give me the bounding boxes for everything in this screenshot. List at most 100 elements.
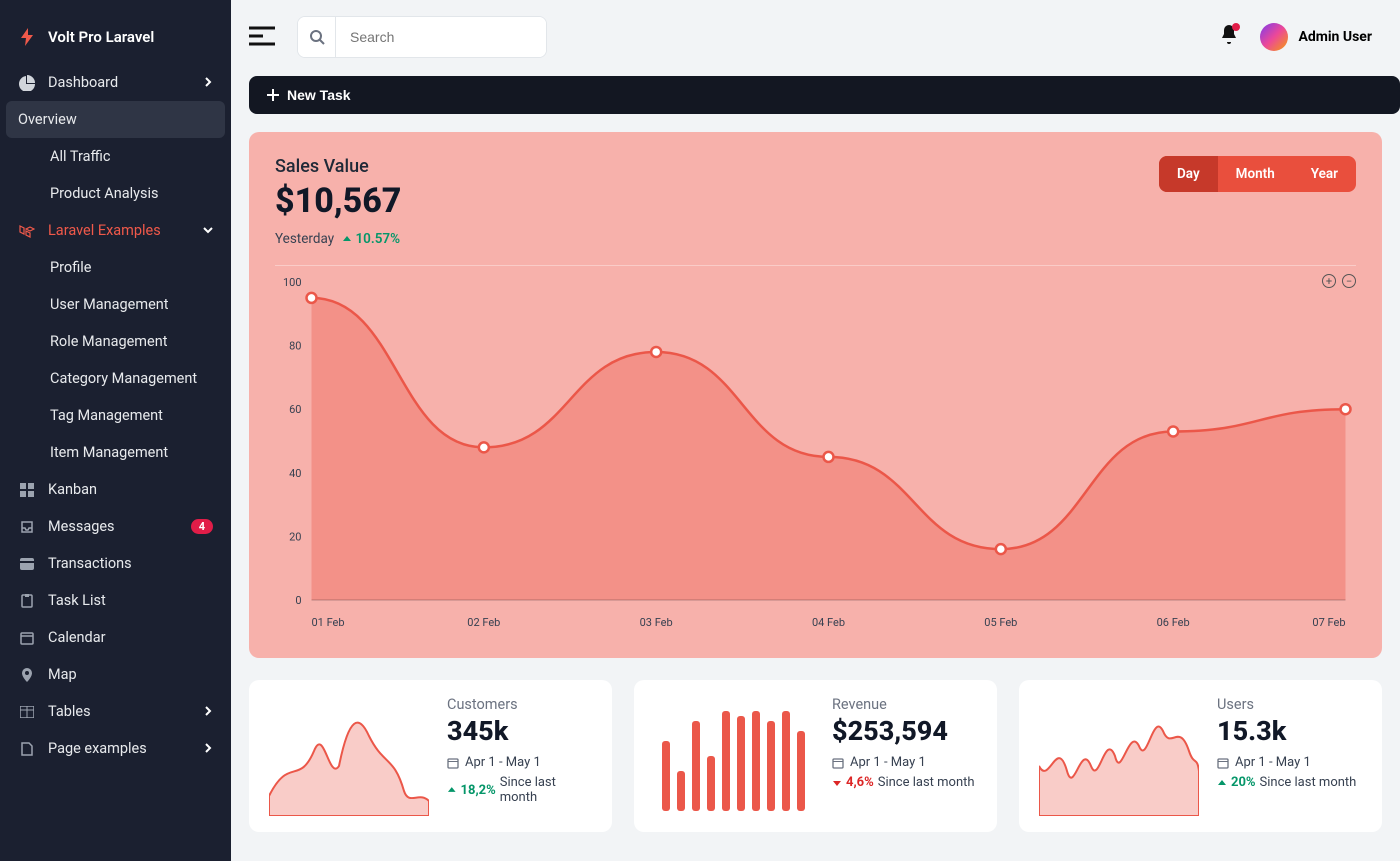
sales-delta: 10.57% xyxy=(342,231,400,247)
stats-row: Customers 345k Apr 1 - May 1 18,2% Since… xyxy=(249,680,1382,832)
x-tick-label: 07 Feb xyxy=(1312,616,1345,629)
period-month[interactable]: Month xyxy=(1218,156,1293,192)
sidebar-item-calendar[interactable]: Calendar xyxy=(0,619,231,656)
messages-badge: 4 xyxy=(191,519,213,534)
sidebar-item-category-management[interactable]: Category Management xyxy=(0,360,231,397)
sales-chart: + − 02040608010001 Feb02 Feb03 Feb04 Feb… xyxy=(275,265,1356,640)
stat-card-customers[interactable]: Customers 345k Apr 1 - May 1 18,2% Since… xyxy=(249,680,612,832)
sidebar-item-laravel-examples[interactable]: Laravel Examples xyxy=(0,212,231,249)
chart-point[interactable] xyxy=(1341,404,1351,414)
sidebar-item-label: Tables xyxy=(48,703,91,720)
chart-point[interactable] xyxy=(1168,426,1178,436)
sidebar-item-product-analysis[interactable]: Product Analysis xyxy=(0,175,231,212)
sidebar-item-label: Calendar xyxy=(48,629,106,646)
hamburger-icon xyxy=(249,26,275,46)
sidebar-item-all-traffic[interactable]: All Traffic xyxy=(0,138,231,175)
sidebar-item-label: Product Analysis xyxy=(50,185,159,202)
sidebar-item-tag-management[interactable]: Tag Management xyxy=(0,397,231,434)
sidebar-item-item-management[interactable]: Item Management xyxy=(0,434,231,471)
y-tick-label: 80 xyxy=(289,340,301,353)
table-icon xyxy=(18,706,36,718)
y-tick-label: 0 xyxy=(295,594,301,607)
laravel-icon xyxy=(18,223,36,239)
sidebar-item-label: Profile xyxy=(50,259,91,276)
topbar: Admin User xyxy=(231,0,1400,58)
chart-point[interactable] xyxy=(996,544,1006,554)
inbox-icon xyxy=(18,520,36,534)
sparkline xyxy=(269,696,429,816)
sidebar-item-user-management[interactable]: User Management xyxy=(0,286,231,323)
stat-range: Apr 1 - May 1 xyxy=(1217,755,1356,770)
sidebar-item-profile[interactable]: Profile xyxy=(0,249,231,286)
sidebar-item-role-management[interactable]: Role Management xyxy=(0,323,231,360)
sidebar-item-page-examples[interactable]: Page examples xyxy=(0,730,231,767)
x-tick-label: 01 Feb xyxy=(312,616,345,629)
stat-label: Customers xyxy=(447,696,592,713)
main: Admin User New Task Sales Value $10,567 … xyxy=(231,0,1400,861)
sidebar-toggle-button[interactable] xyxy=(249,26,279,48)
chevron-down-icon xyxy=(203,222,213,239)
chart-zoom-in-button[interactable]: + xyxy=(1322,274,1336,288)
y-tick-label: 20 xyxy=(289,530,301,543)
brand[interactable]: Volt Pro Laravel xyxy=(0,18,231,64)
sidebar-item-tables[interactable]: Tables xyxy=(0,693,231,730)
chart-point[interactable] xyxy=(824,452,834,462)
sidebar-item-dashboard[interactable]: Dashboard xyxy=(0,64,231,101)
sidebar-item-label: Role Management xyxy=(50,333,167,350)
credit-card-icon xyxy=(18,558,36,570)
stat-delta: 18,2% Since last month xyxy=(447,775,592,805)
stat-value: 15.3k xyxy=(1217,715,1356,747)
chart-zoom-out-button[interactable]: − xyxy=(1342,274,1356,288)
sidebar-item-label: All Traffic xyxy=(50,148,110,165)
stat-card-users[interactable]: Users 15.3k Apr 1 - May 1 20% Since last… xyxy=(1019,680,1382,832)
sidebar-item-label: Item Management xyxy=(50,444,168,461)
search-input[interactable] xyxy=(336,17,546,57)
user-menu[interactable]: Admin User xyxy=(1260,23,1372,51)
x-tick-label: 03 Feb xyxy=(640,616,673,629)
plus-icon xyxy=(267,89,279,101)
calendar-icon xyxy=(832,757,844,769)
x-tick-label: 05 Feb xyxy=(984,616,1017,629)
user-name: Admin User xyxy=(1298,29,1372,45)
search-box xyxy=(297,16,547,58)
pie-chart-icon xyxy=(18,75,36,91)
y-tick-label: 100 xyxy=(283,276,302,289)
search-button[interactable] xyxy=(298,17,336,57)
x-tick-label: 02 Feb xyxy=(467,616,500,629)
calendar-icon xyxy=(447,757,459,769)
sales-sub-label: Yesterday xyxy=(275,231,334,247)
x-tick-label: 04 Feb xyxy=(812,616,845,629)
caret-up-icon xyxy=(1217,778,1227,788)
brand-label: Volt Pro Laravel xyxy=(48,28,154,46)
x-tick-label: 06 Feb xyxy=(1157,616,1190,629)
sidebar-item-label: Overview xyxy=(18,111,77,128)
grid-icon xyxy=(18,483,36,497)
caret-up-icon xyxy=(342,234,352,244)
sidebar-item-map[interactable]: Map xyxy=(0,656,231,693)
notifications-button[interactable] xyxy=(1220,25,1238,49)
chart-point[interactable] xyxy=(307,293,317,303)
sidebar-item-messages[interactable]: Messages 4 xyxy=(0,508,231,545)
sales-chart-svg: 02040608010001 Feb02 Feb03 Feb04 Feb05 F… xyxy=(275,276,1356,636)
notification-dot xyxy=(1232,23,1240,31)
stat-card-revenue[interactable]: Revenue $253,594 Apr 1 - May 1 4,6% Sinc… xyxy=(634,680,997,832)
new-task-label: New Task xyxy=(287,87,351,103)
chart-point[interactable] xyxy=(651,347,661,357)
sidebar-item-label: Page examples xyxy=(48,740,147,757)
avatar xyxy=(1260,23,1288,51)
search-icon xyxy=(309,29,325,45)
stat-delta: 4,6% Since last month xyxy=(832,775,975,790)
chart-point[interactable] xyxy=(479,442,489,452)
sidebar-item-label: Kanban xyxy=(48,481,97,498)
new-task-button[interactable]: New Task xyxy=(249,76,1400,114)
stat-range: Apr 1 - May 1 xyxy=(447,755,592,770)
sidebar-item-kanban[interactable]: Kanban xyxy=(0,471,231,508)
sidebar-item-task-list[interactable]: Task List xyxy=(0,582,231,619)
period-year[interactable]: Year xyxy=(1293,156,1356,192)
y-tick-label: 60 xyxy=(289,403,301,416)
sidebar-item-overview[interactable]: Overview xyxy=(6,101,225,138)
sparkline xyxy=(1039,696,1199,816)
sidebar-item-transactions[interactable]: Transactions xyxy=(0,545,231,582)
sidebar-item-label: Dashboard xyxy=(48,74,118,91)
period-day[interactable]: Day xyxy=(1159,156,1218,192)
